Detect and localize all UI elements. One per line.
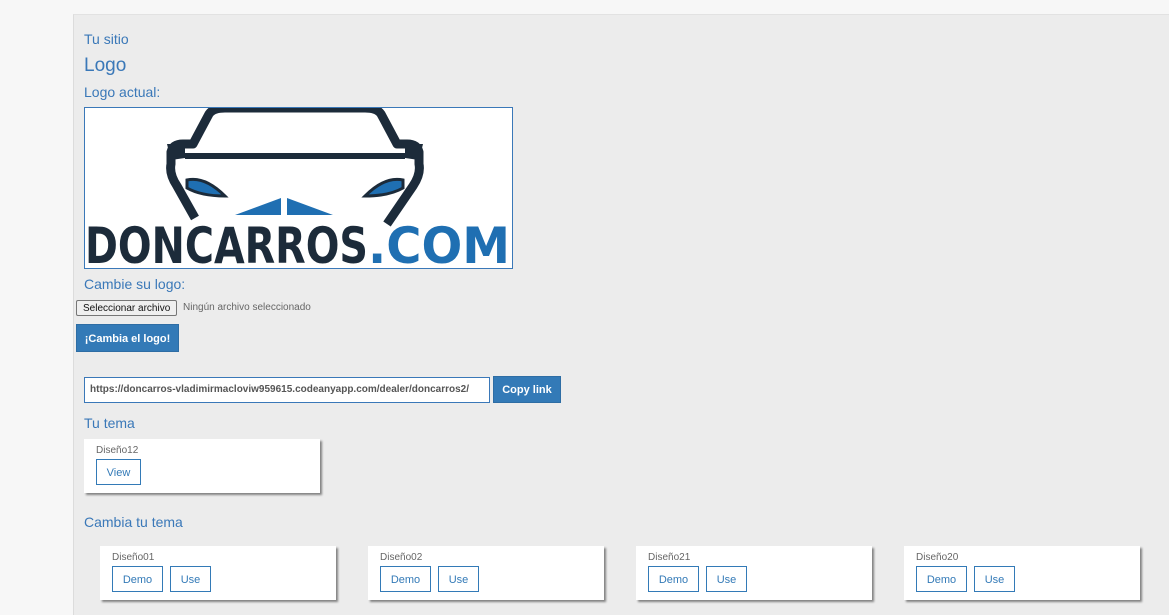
- current-theme-name: Diseño12: [96, 445, 139, 456]
- theme-card: Diseño20 Demo Use: [904, 546, 1140, 600]
- change-theme-heading: Cambia tu tema: [84, 514, 183, 530]
- current-theme-heading: Tu tema: [84, 415, 135, 431]
- theme-card: Diseño21 Demo Use: [636, 546, 872, 600]
- theme-demo-button[interactable]: Demo: [380, 566, 431, 592]
- dealer-url-field[interactable]: https://doncarros-vladimirmacloviw959615…: [84, 377, 490, 403]
- theme-card: Diseño02 Demo Use: [368, 546, 604, 600]
- current-logo-image: DONCARROS .COM: [84, 103, 513, 275]
- change-logo-label: Cambie su logo:: [84, 276, 186, 292]
- current-theme-card: Diseño12 View: [84, 439, 320, 493]
- site-title: Tu sitio: [84, 31, 129, 47]
- car-logo-icon: DONCARROS .COM: [85, 103, 510, 275]
- theme-use-button[interactable]: Use: [170, 566, 211, 592]
- theme-demo-button[interactable]: Demo: [916, 566, 967, 592]
- change-logo-button[interactable]: ¡Cambia el logo!: [76, 324, 179, 352]
- logo-heading: Logo: [84, 55, 127, 76]
- theme-use-button[interactable]: Use: [706, 566, 747, 592]
- theme-demo-button[interactable]: Demo: [648, 566, 699, 592]
- theme-demo-button[interactable]: Demo: [112, 566, 163, 592]
- view-theme-button[interactable]: View: [96, 459, 141, 485]
- theme-name: Diseño21: [648, 552, 691, 563]
- copy-link-button[interactable]: Copy link: [493, 376, 561, 403]
- theme-name: Diseño20: [916, 552, 959, 563]
- logo-text-dark: DONCARROS: [85, 217, 368, 268]
- file-status: Ningún archivo seleccionado: [183, 302, 311, 313]
- current-logo-label: Logo actual:: [84, 84, 161, 100]
- content-panel: [73, 14, 1169, 615]
- theme-use-button[interactable]: Use: [438, 566, 479, 592]
- theme-name: Diseño02: [380, 552, 423, 563]
- theme-name: Diseño01: [112, 552, 155, 563]
- choose-file-button[interactable]: Seleccionar archivo: [76, 300, 178, 316]
- logo-text-blue: .COM: [368, 217, 510, 268]
- theme-card: Diseño01 Demo Use: [100, 546, 336, 600]
- theme-use-button[interactable]: Use: [974, 566, 1015, 592]
